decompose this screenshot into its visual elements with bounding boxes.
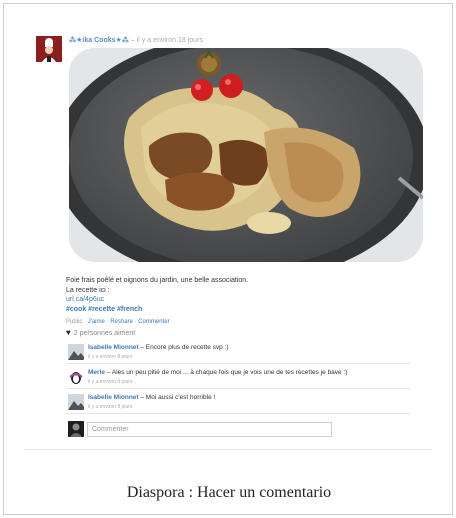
image-caption: Diaspora : Hacer un comentario xyxy=(126,484,332,501)
commenter-avatar[interactable] xyxy=(68,369,84,385)
comment-text-line: Merle – Ales un peu pitié de moi ... à c… xyxy=(88,369,347,376)
commenter-avatar[interactable] xyxy=(68,394,84,410)
commenter-name[interactable]: Merle xyxy=(88,369,105,376)
comment-list: Isabelle Mionnet – Encore plus de recett… xyxy=(66,339,410,414)
comment-text: – Ales un peu pitié de moi ... à chaque … xyxy=(104,369,348,376)
comment-timestamp[interactable]: il y a environ 8 jours xyxy=(88,379,132,385)
commenter-name[interactable]: Isabelle Mionnet xyxy=(88,394,139,401)
reshare-button[interactable]: Reshare xyxy=(110,319,133,325)
food-plate-image xyxy=(69,48,423,262)
penguin-avatar-icon xyxy=(68,369,84,385)
comment-text-line: Isabelle Mionnet – Encore plus de recett… xyxy=(88,344,229,351)
user-avatar-icon xyxy=(68,421,84,437)
post-actions: Public · J'aime · Reshare · Commenter xyxy=(66,319,170,325)
likes-summary: ♥ 2 personnes aiment xyxy=(66,329,135,337)
recipe-link[interactable]: url.ca/4p6uc xyxy=(66,295,406,305)
post-text-line-2: La recette ici : xyxy=(66,286,110,294)
comment-timestamp[interactable]: il y a environ 8 jours xyxy=(88,404,132,410)
comment-item: Isabelle Mionnet – Moi aussi c'est horri… xyxy=(66,389,410,414)
comment-item: Isabelle Mionnet – Encore plus de recett… xyxy=(66,339,410,364)
header-separator: – xyxy=(128,37,137,44)
comment-text: – Encore plus de recette svp :) xyxy=(138,344,229,351)
new-comment-form xyxy=(66,420,366,438)
post-author-link[interactable]: ⁂★ika Cooks★⁂ xyxy=(69,37,129,44)
post-tags[interactable]: #cook #recette #french xyxy=(66,305,406,315)
landscape-avatar-icon xyxy=(68,344,84,360)
comment-button[interactable]: Commenter xyxy=(138,319,169,325)
post-text-line-1: Foie frais poêlé et oignons du jardin, u… xyxy=(66,277,249,284)
comment-text-line: Isabelle Mionnet – Moi aussi c'est horri… xyxy=(88,394,215,401)
post-photo[interactable] xyxy=(69,48,423,262)
commenter-name[interactable]: Isabelle Mionnet xyxy=(88,344,139,351)
post-panel: ⁂★ika Cooks★⁂ – il y a environ 18 jours xyxy=(24,30,432,450)
comment-text: – Moi aussi c'est horrible ! xyxy=(138,394,216,401)
like-button[interactable]: J'aime xyxy=(88,319,105,325)
post-body: Foie frais poêlé et oignons du jardin, u… xyxy=(66,276,406,314)
likes-count[interactable]: 2 personnes aiment xyxy=(74,330,135,337)
post-timestamp[interactable]: il y a environ 18 jours xyxy=(137,37,203,44)
author-avatar[interactable] xyxy=(36,36,62,62)
commenter-avatar[interactable] xyxy=(68,344,84,360)
current-user-avatar xyxy=(68,421,84,437)
comment-timestamp[interactable]: il y a environ 8 jours xyxy=(88,354,132,360)
chef-icon xyxy=(36,36,62,62)
post-header: ⁂★ika Cooks★⁂ – il y a environ 18 jours xyxy=(69,36,203,44)
landscape-avatar-icon xyxy=(68,394,84,410)
comment-item: Merle – Ales un peu pitié de moi ... à c… xyxy=(66,364,410,389)
comment-input[interactable] xyxy=(87,422,332,437)
heart-icon: ♥ xyxy=(66,328,71,337)
visibility-label: Public xyxy=(66,319,83,325)
screenshot-frame: ⁂★ika Cooks★⁂ – il y a environ 18 jours xyxy=(3,3,453,515)
